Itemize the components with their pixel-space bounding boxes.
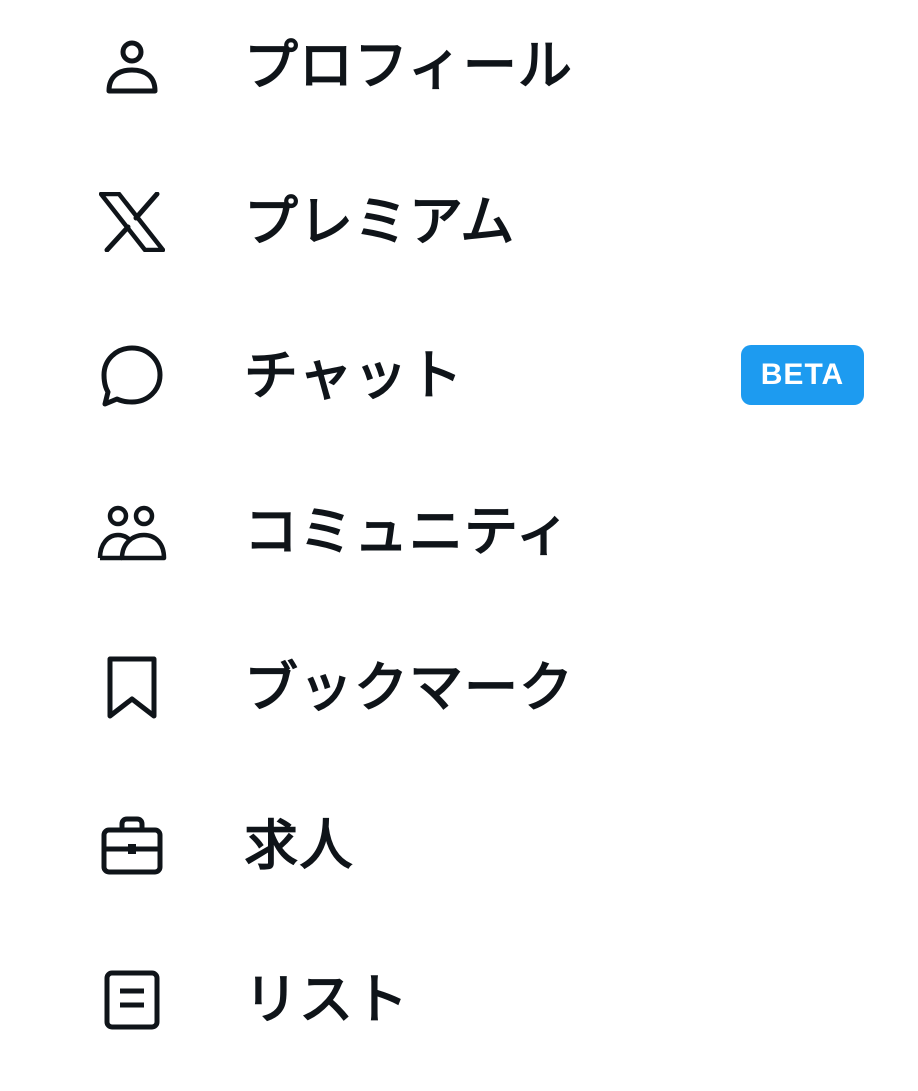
- person-icon: [92, 26, 172, 106]
- menu-item-jobs[interactable]: 求人: [0, 786, 918, 906]
- x-logo-icon: [92, 182, 172, 262]
- menu-item-label: チャット: [244, 344, 464, 407]
- menu-item-label: プレミアム: [244, 190, 516, 253]
- menu-item-bookmarks[interactable]: ブックマーク: [0, 628, 918, 748]
- menu-item-label: コミュニティ: [244, 500, 571, 563]
- side-menu: プロフィール プレミアム チャット BETA コミュニティ ブックマーク 求人 …: [0, 0, 918, 1091]
- people-icon: [92, 492, 172, 572]
- menu-item-profile[interactable]: プロフィール: [0, 6, 918, 126]
- chat-bubble-icon: [92, 336, 172, 416]
- menu-item-label: プロフィール: [244, 34, 573, 97]
- menu-item-label: リスト: [244, 968, 409, 1031]
- menu-item-lists[interactable]: リスト: [0, 940, 918, 1060]
- bookmark-icon: [92, 648, 172, 728]
- beta-badge: BETA: [741, 345, 864, 405]
- menu-item-premium[interactable]: プレミアム: [0, 162, 918, 282]
- menu-item-label: ブックマーク: [244, 656, 574, 719]
- list-document-icon: [92, 960, 172, 1040]
- briefcase-icon: [92, 806, 172, 886]
- menu-item-communities[interactable]: コミュニティ: [0, 472, 918, 592]
- menu-item-chat[interactable]: チャット BETA: [0, 316, 918, 436]
- menu-item-label: 求人: [244, 814, 354, 877]
